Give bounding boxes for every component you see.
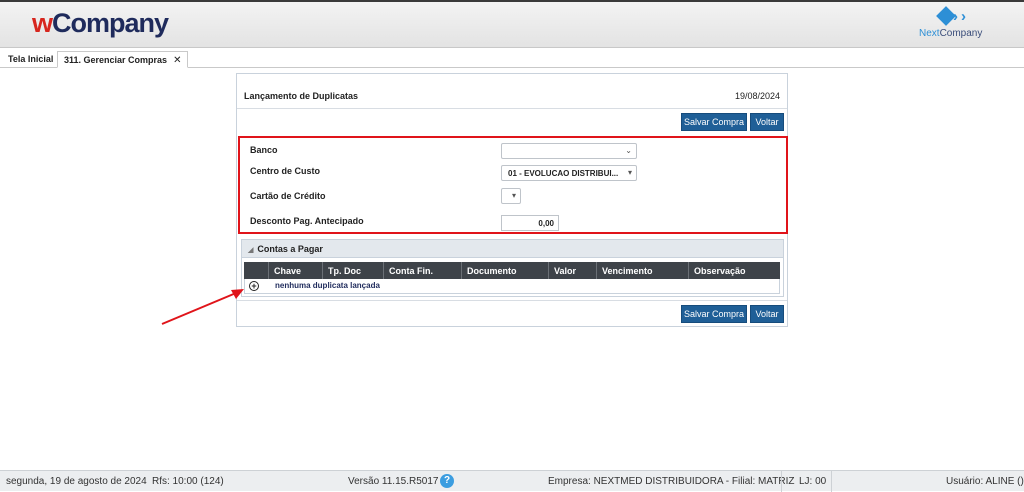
centro-custo-select[interactable]: 01 - EVOLUCAO DISTRIBUI... ▾	[501, 165, 637, 181]
caret-down-icon: ▾	[627, 168, 632, 177]
app-header: wCompany › › NextCompany	[0, 0, 1024, 48]
column-valor[interactable]: Valor	[548, 262, 596, 279]
collapse-triangle-icon[interactable]: ◢	[248, 247, 253, 254]
centro-custo-label: Centro de Custo	[250, 166, 321, 176]
add-circle-icon[interactable]: +	[249, 281, 259, 291]
status-loja: LJ: 00	[799, 476, 827, 487]
payment-form-highlight: Banco ⌄ Centro de Custo 01 - EVOLUCAO DI…	[238, 136, 788, 234]
status-version: Versão 11.15.R5017	[348, 476, 439, 487]
tab-gerenciar-compras[interactable]: 311. Gerenciar Compras ✕	[57, 51, 189, 68]
wcompany-logo: wCompany	[32, 8, 169, 38]
column-conta-fin[interactable]: Conta Fin.	[383, 262, 461, 279]
status-rfs: Rfs: 10:00 (124)	[152, 476, 224, 487]
status-empresa: Empresa: NEXTMED DISTRIBUIDORA - Filial:…	[548, 476, 795, 487]
table-row: + nenhuma duplicata lançada	[244, 279, 780, 294]
divider	[237, 300, 787, 301]
contas-table-header: Chave Tp. Doc Conta Fin. Documento Valor…	[244, 262, 780, 279]
status-usuario: Usuário: ALINE ()	[946, 476, 1024, 487]
column-observacao[interactable]: Observação	[688, 262, 780, 279]
chevron-right-icon: ›	[953, 8, 958, 25]
contas-header[interactable]: ◢ Contas a Pagar	[242, 240, 783, 258]
nextcompany-logo: › › NextCompany	[915, 5, 985, 45]
status-separator	[781, 471, 782, 492]
cartao-credito-label: Cartão de Crédito	[250, 191, 326, 201]
duplicatas-panel: Lançamento de Duplicatas 19/08/2024 Salv…	[236, 73, 788, 327]
close-tab-icon[interactable]: ✕	[173, 55, 181, 66]
back-button-bottom[interactable]: Voltar	[750, 305, 784, 323]
banco-select[interactable]: ⌄	[501, 143, 637, 159]
divider	[237, 108, 787, 109]
banco-label: Banco	[250, 145, 278, 155]
chevron-down-icon: ⌄	[625, 146, 632, 155]
top-line	[0, 0, 1024, 2]
column-vencimento[interactable]: Vencimento	[596, 262, 688, 279]
back-button-top[interactable]: Voltar	[750, 113, 784, 131]
cartao-credito-select[interactable]: ▾	[501, 188, 521, 204]
help-icon[interactable]: ?	[440, 474, 454, 488]
status-separator	[831, 471, 832, 492]
desconto-input[interactable]: 0,00	[501, 215, 559, 231]
column-documento[interactable]: Documento	[461, 262, 548, 279]
tab-tela-inicial[interactable]: Tela Inicial	[2, 51, 61, 68]
status-date: segunda, 19 de agosto de 2024	[6, 476, 147, 487]
page-title: Lançamento de Duplicatas	[244, 91, 359, 101]
status-bar: segunda, 19 de agosto de 2024 Rfs: 10:00…	[0, 470, 1024, 492]
page-date: 19/08/2024	[734, 91, 780, 101]
save-button-bottom[interactable]: Salvar Compra	[681, 305, 747, 323]
contas-a-pagar-section: ◢ Contas a Pagar Chave Tp. Doc Conta Fin.…	[241, 239, 784, 297]
red-arrow-annotation	[161, 289, 244, 325]
save-button-top[interactable]: Salvar Compra	[681, 113, 747, 131]
caret-down-icon: ▾	[511, 191, 516, 200]
tab-bar: Tela Inicial 311. Gerenciar Compras ✕	[0, 50, 1024, 68]
nextcompany-logo-text: NextCompany	[919, 28, 983, 39]
column-tp-doc[interactable]: Tp. Doc	[322, 262, 383, 279]
empty-message: nenhuma duplicata lançada	[275, 281, 380, 290]
desconto-label: Desconto Pag. Antecipado	[250, 216, 364, 226]
chevron-right-icon: ›	[961, 8, 966, 25]
column-chave[interactable]: Chave	[268, 262, 322, 279]
